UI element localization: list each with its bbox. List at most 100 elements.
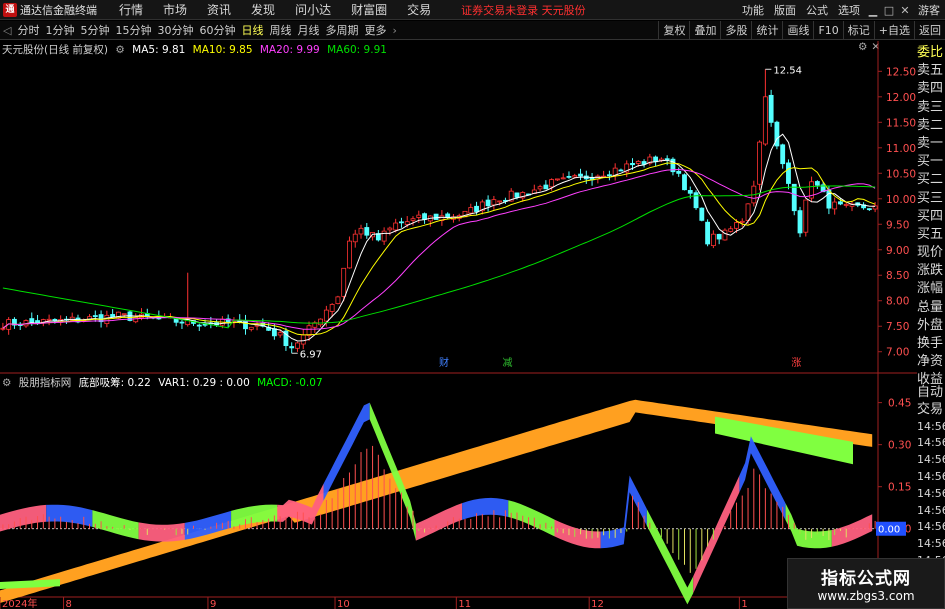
menu-item-xuanxiang[interactable]: 选项 <box>833 2 865 18</box>
candle-body <box>358 227 364 235</box>
period-fenshi[interactable]: 分时 <box>14 22 42 38</box>
candle-body <box>554 178 560 181</box>
candle-body <box>433 213 439 220</box>
side-panel-item[interactable]: 买五 <box>917 226 945 244</box>
period-30min[interactable]: 30分钟 <box>154 22 196 38</box>
menu-item-wenxiaoda[interactable]: 问小达 <box>285 1 341 18</box>
trade-panel-item[interactable]: 自动 <box>917 384 945 401</box>
menu-item-hangqing[interactable]: 行情 <box>109 1 153 18</box>
trade-panel-item[interactable]: 14:56 <box>917 468 945 485</box>
time-axis-label: 12 <box>591 599 604 609</box>
side-panel-item[interactable]: 换手 <box>917 335 945 353</box>
candle-body <box>179 321 185 324</box>
candle-body <box>318 318 324 326</box>
toolbar-left-arrow-icon[interactable]: ◁ <box>0 24 14 37</box>
chart-canvas[interactable]: 12.5012.0011.5011.0010.5010.009.509.008.… <box>0 41 917 609</box>
side-panel-item[interactable]: 卖四 <box>917 80 945 98</box>
period-weekly[interactable]: 周线 <box>266 22 294 38</box>
menu-item-jiaoyi[interactable]: 交易 <box>397 1 441 18</box>
menu-item-gongshi[interactable]: 公式 <box>801 2 833 18</box>
time-axis-label: 9 <box>210 599 216 609</box>
statistics-button[interactable]: 统计 <box>751 21 782 40</box>
side-panel-item[interactable]: 买一 <box>917 153 945 171</box>
side-panel-item[interactable]: 净资 <box>917 353 945 371</box>
trade-panel-item[interactable]: 14:56 <box>917 451 945 468</box>
mark-button[interactable]: 标记 <box>842 21 874 40</box>
period-monthly[interactable]: 月线 <box>294 22 322 38</box>
side-panel-item[interactable]: 卖一 <box>917 135 945 153</box>
side-panel-item[interactable]: 卖三 <box>917 99 945 117</box>
period-more[interactable]: 更多 <box>361 22 389 38</box>
menu-item-banmian[interactable]: 版面 <box>769 2 801 18</box>
menu-item-gongneng[interactable]: 功能 <box>737 2 769 18</box>
candle-body <box>537 186 543 190</box>
chevron-right-icon[interactable]: › <box>389 24 399 37</box>
period-multi[interactable]: 多周期 <box>322 22 361 38</box>
candle-body <box>364 227 370 236</box>
fuquan-button[interactable]: 复权 <box>658 21 689 40</box>
period-5min[interactable]: 5分钟 <box>77 22 112 38</box>
price-tick-label: 8.50 <box>886 270 909 282</box>
indicator-tick-label: 0.15 <box>888 482 911 494</box>
candle-body <box>566 175 572 178</box>
candle-body <box>306 325 312 336</box>
side-panel-item[interactable]: 总量 <box>917 299 945 317</box>
period-15min[interactable]: 15分钟 <box>112 22 154 38</box>
side-panel-item[interactable]: 涨跌 <box>917 262 945 280</box>
candle-body <box>352 233 358 243</box>
side-panel-item[interactable]: 买三 <box>917 190 945 208</box>
menu-item-caifuquan[interactable]: 财富圈 <box>341 1 397 18</box>
side-panel-item[interactable]: 卖五 <box>917 62 945 80</box>
candle-body <box>416 214 422 218</box>
side-panel-item[interactable]: 涨幅 <box>917 280 945 298</box>
price-tick-label: 10.50 <box>886 168 916 180</box>
trade-login-alert[interactable]: 证券交易未登录 天元股份 <box>461 2 586 18</box>
candle-body <box>722 229 728 241</box>
price-tick-label: 9.50 <box>886 219 909 231</box>
overlay-button[interactable]: 叠加 <box>689 21 720 40</box>
side-panel-item[interactable]: 买四 <box>917 208 945 226</box>
side-panel-item[interactable]: 卖二 <box>917 117 945 135</box>
watermark-logo: 指标公式网 www.zbgs3.com <box>787 558 945 609</box>
menu-item-faxian[interactable]: 发现 <box>241 1 285 18</box>
trade-panel-item[interactable]: 交易 <box>917 401 945 418</box>
period-1min[interactable]: 1分钟 <box>42 22 77 38</box>
candle-body <box>838 201 843 205</box>
back-button[interactable]: 返回 <box>914 21 945 40</box>
candle-body <box>491 199 497 206</box>
candle-body <box>549 179 555 188</box>
candle-body <box>381 230 387 242</box>
draw-line-button[interactable]: 画线 <box>782 21 813 40</box>
f10-button[interactable]: F10 <box>813 21 842 40</box>
minimize-icon[interactable]: ▁ <box>865 4 881 17</box>
multi-stock-button[interactable]: 多股 <box>720 21 751 40</box>
candle-body <box>653 156 659 163</box>
side-panel-item[interactable]: 委比 <box>917 44 945 62</box>
candle-body <box>121 313 127 316</box>
price-tick-label: 10.00 <box>886 194 916 206</box>
period-60min[interactable]: 60分钟 <box>196 22 238 38</box>
maximize-icon[interactable]: □ <box>881 4 897 17</box>
menu-item-shichang[interactable]: 市场 <box>153 1 197 18</box>
trade-panel-item[interactable]: 14:56 <box>917 485 945 502</box>
candle-body <box>578 173 583 177</box>
user-label[interactable]: 游客 <box>913 2 945 18</box>
add-favorite-button[interactable]: +自选 <box>873 21 914 40</box>
close-icon[interactable]: ✕ <box>897 4 913 17</box>
candle-body <box>277 332 283 336</box>
trade-panel-item[interactable]: 14:56 <box>917 418 945 435</box>
side-panel-item[interactable]: 买二 <box>917 171 945 189</box>
candle-body <box>757 141 763 185</box>
trade-panel-item[interactable]: 14:56 <box>917 518 945 535</box>
oscillator-ribbon-segment <box>92 510 139 540</box>
trade-panel-item[interactable]: 14:56 <box>917 434 945 451</box>
oscillator-ribbon-segment <box>508 500 555 537</box>
trade-panel-item[interactable]: 14:56 <box>917 502 945 519</box>
period-daily[interactable]: 日线 <box>238 22 266 38</box>
watermark-title: 指标公式网 <box>821 569 911 589</box>
side-panel-item[interactable]: 外盘 <box>917 317 945 335</box>
side-panel-item[interactable]: 现价 <box>917 244 945 262</box>
candle-body <box>572 175 578 178</box>
menu-item-zixun[interactable]: 资讯 <box>197 1 241 18</box>
trade-panel-item[interactable]: 14:56 <box>917 535 945 552</box>
